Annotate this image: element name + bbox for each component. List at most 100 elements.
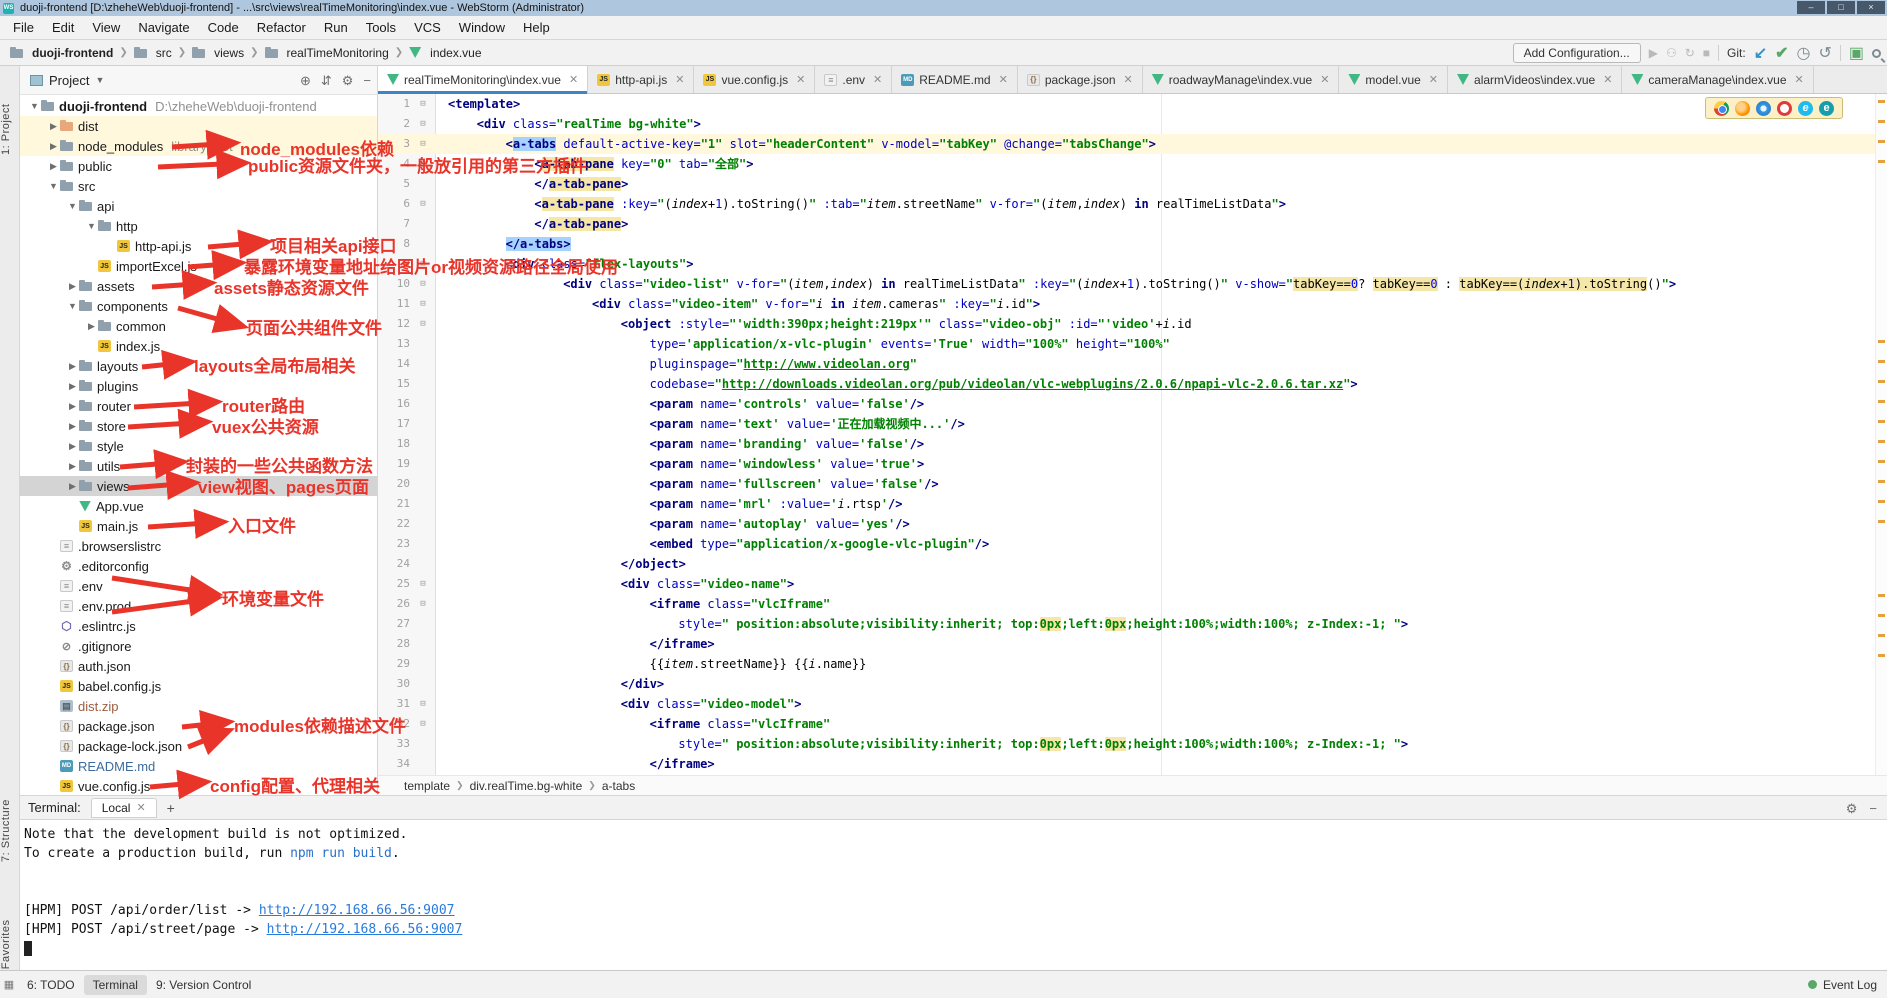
tree-item-store[interactable]: ▶store bbox=[20, 416, 377, 436]
gear-icon[interactable]: ⚙ bbox=[342, 73, 354, 89]
tree-item-node_modules[interactable]: ▶node_moduleslibrary root bbox=[20, 136, 377, 156]
tree-item-style[interactable]: ▶style bbox=[20, 436, 377, 456]
edge-browser-icon[interactable]: e bbox=[1819, 101, 1834, 116]
code-line[interactable]: 21<param name='mrl' :value='i.rtsp'/> bbox=[378, 494, 1887, 514]
warning-mark-icon[interactable] bbox=[1878, 520, 1885, 523]
tree-item-main.js[interactable]: JSmain.js bbox=[20, 516, 377, 536]
warning-mark-icon[interactable] bbox=[1878, 654, 1885, 657]
warning-mark-icon[interactable] bbox=[1878, 440, 1885, 443]
tool-button-project[interactable]: 1: Project bbox=[0, 74, 20, 184]
code-line[interactable]: 7</a-tab-pane> bbox=[378, 214, 1887, 234]
tree-item-router[interactable]: ▶router bbox=[20, 396, 377, 416]
locate-file-icon[interactable]: ⊕ bbox=[300, 73, 311, 89]
tree-item-README.md[interactable]: MDREADME.md bbox=[20, 756, 377, 776]
warning-mark-icon[interactable] bbox=[1878, 480, 1885, 483]
hide-panel-icon[interactable]: − bbox=[1869, 801, 1877, 816]
code-line[interactable]: 12⊟<object :style="'width:390px;height:2… bbox=[378, 314, 1887, 334]
menu-help[interactable]: Help bbox=[514, 16, 559, 39]
warning-mark-icon[interactable] bbox=[1878, 340, 1885, 343]
tree-item-public[interactable]: ▶public bbox=[20, 156, 377, 176]
warning-mark-icon[interactable] bbox=[1878, 100, 1885, 103]
warning-mark-icon[interactable] bbox=[1878, 594, 1885, 597]
close-icon[interactable]: ✕ bbox=[675, 73, 684, 86]
warning-mark-icon[interactable] bbox=[1878, 634, 1885, 637]
editor-tab[interactable]: roadwayManage\index.vue✕ bbox=[1143, 66, 1340, 93]
editor-tab[interactable]: MDREADME.md✕ bbox=[892, 66, 1018, 93]
code-line[interactable]: 3⊟<a-tabs default-active-key="1" slot="h… bbox=[378, 134, 1887, 154]
breadcrumb-item[interactable]: duoji-frontend bbox=[8, 46, 115, 60]
tree-item-utils[interactable]: ▶utils bbox=[20, 456, 377, 476]
menu-refactor[interactable]: Refactor bbox=[248, 16, 315, 39]
safari-browser-icon[interactable] bbox=[1756, 101, 1771, 116]
history-icon[interactable]: ◷ bbox=[1797, 43, 1811, 63]
tree-item-importExcel.js[interactable]: JSimportExcel.js bbox=[20, 256, 377, 276]
tree-item-.env[interactable]: ≡.env bbox=[20, 576, 377, 596]
code-line[interactable]: 32⊟<iframe class="vlcIframe" bbox=[378, 714, 1887, 734]
chrome-browser-icon[interactable] bbox=[1714, 101, 1729, 116]
breadcrumb-item[interactable]: src bbox=[132, 46, 174, 60]
status-item-6-todo[interactable]: 6: TODO bbox=[18, 975, 84, 995]
warning-mark-icon[interactable] bbox=[1878, 160, 1885, 163]
tree-item-http[interactable]: ▼http bbox=[20, 216, 377, 236]
code-line[interactable]: 22<param name='autoplay' value='yes'/> bbox=[378, 514, 1887, 534]
code-line[interactable]: 29{{item.streetName}} {{i.name}} bbox=[378, 654, 1887, 674]
coverage-icon[interactable]: ↻ bbox=[1685, 46, 1695, 60]
code-line[interactable]: 2⊟<div class="realTime bg-white"> bbox=[378, 114, 1887, 134]
warning-mark-icon[interactable] bbox=[1878, 614, 1885, 617]
error-stripe[interactable] bbox=[1875, 94, 1887, 775]
tree-item-src[interactable]: ▼src bbox=[20, 176, 377, 196]
firefox-browser-icon[interactable] bbox=[1735, 101, 1750, 116]
code-editor[interactable]: 1⊟<template>2⊟<div class="realTime bg-wh… bbox=[378, 94, 1887, 775]
code-line[interactable]: 10⊟<div class="video-list" v-for="(item,… bbox=[378, 274, 1887, 294]
tool-window-switcher-icon[interactable]: ▦ bbox=[0, 978, 18, 991]
close-icon[interactable]: ✕ bbox=[569, 73, 578, 86]
code-line[interactable]: 16<param name='controls' value='false'/> bbox=[378, 394, 1887, 414]
menu-view[interactable]: View bbox=[83, 16, 129, 39]
tree-item-api[interactable]: ▼api bbox=[20, 196, 377, 216]
code-line[interactable]: 34</iframe> bbox=[378, 754, 1887, 774]
code-line[interactable]: 20<param name='fullscreen' value='false'… bbox=[378, 474, 1887, 494]
code-line[interactable]: 23<embed type="application/x-google-vlc-… bbox=[378, 534, 1887, 554]
tree-item-package-lock.json[interactable]: {}package-lock.json bbox=[20, 736, 377, 756]
run-anything-icon[interactable]: ▣ bbox=[1849, 43, 1864, 63]
code-line[interactable]: 4⊟<a-tab-pane key="0" tab="全部"> bbox=[378, 154, 1887, 174]
code-line[interactable]: 24</object> bbox=[378, 554, 1887, 574]
editor-tab[interactable]: {}package.json✕ bbox=[1018, 66, 1143, 93]
editor-tab[interactable]: JShttp-api.js✕ bbox=[588, 66, 694, 93]
editor-tab[interactable]: ≡.env✕ bbox=[815, 66, 892, 93]
code-line[interactable]: 28</iframe> bbox=[378, 634, 1887, 654]
tree-item-.gitignore[interactable]: ⊘.gitignore bbox=[20, 636, 377, 656]
status-item-9-version-control[interactable]: 9: Version Control bbox=[147, 975, 260, 995]
warning-mark-icon[interactable] bbox=[1878, 420, 1885, 423]
menu-run[interactable]: Run bbox=[315, 16, 357, 39]
tree-item-dist[interactable]: ▶dist bbox=[20, 116, 377, 136]
warning-mark-icon[interactable] bbox=[1878, 140, 1885, 143]
close-icon[interactable]: ✕ bbox=[873, 73, 882, 86]
warning-mark-icon[interactable] bbox=[1878, 120, 1885, 123]
status-item-terminal[interactable]: Terminal bbox=[84, 975, 147, 995]
stop-icon[interactable]: ■ bbox=[1703, 46, 1710, 60]
editor-tab[interactable]: alarmVideos\index.vue✕ bbox=[1448, 66, 1622, 93]
debug-icon[interactable]: ⚇ bbox=[1666, 46, 1677, 60]
close-icon[interactable]: ✕ bbox=[1603, 73, 1612, 86]
close-icon[interactable]: ✕ bbox=[1124, 73, 1133, 86]
close-icon[interactable]: ✕ bbox=[1429, 73, 1438, 86]
code-line[interactable]: 11⊟<div class="video-item" v-for="i in i… bbox=[378, 294, 1887, 314]
tree-item-.env.prod[interactable]: ≡.env.prod bbox=[20, 596, 377, 616]
code-line[interactable]: 5</a-tab-pane> bbox=[378, 174, 1887, 194]
tree-item-root[interactable]: ▼duoji-frontendD:\zheheWeb\duoji-fronten… bbox=[20, 96, 377, 116]
minimize-button[interactable]: – bbox=[1797, 1, 1825, 14]
warning-mark-icon[interactable] bbox=[1878, 460, 1885, 463]
editor-tab[interactable]: realTimeMonitoring\index.vue✕ bbox=[378, 66, 588, 93]
code-line[interactable]: 9⊟<div class="flex-layouts"> bbox=[378, 254, 1887, 274]
menu-vcs[interactable]: VCS bbox=[405, 16, 450, 39]
add-configuration-button[interactable]: Add Configuration... bbox=[1513, 43, 1641, 63]
tree-item-index.js[interactable]: JSindex.js bbox=[20, 336, 377, 356]
editor-tab[interactable]: cameraManage\index.vue✕ bbox=[1622, 66, 1813, 93]
code-line[interactable]: 8</a-tabs> bbox=[378, 234, 1887, 254]
breadcrumb-a-tabs[interactable]: a-tabs bbox=[602, 779, 635, 793]
code-line[interactable]: 14pluginspage="http://www.videolan.org" bbox=[378, 354, 1887, 374]
tree-item-vue.config.js[interactable]: JSvue.config.js bbox=[20, 776, 377, 795]
tree-item-components[interactable]: ▼components bbox=[20, 296, 377, 316]
close-icon[interactable]: ✕ bbox=[136, 801, 145, 814]
